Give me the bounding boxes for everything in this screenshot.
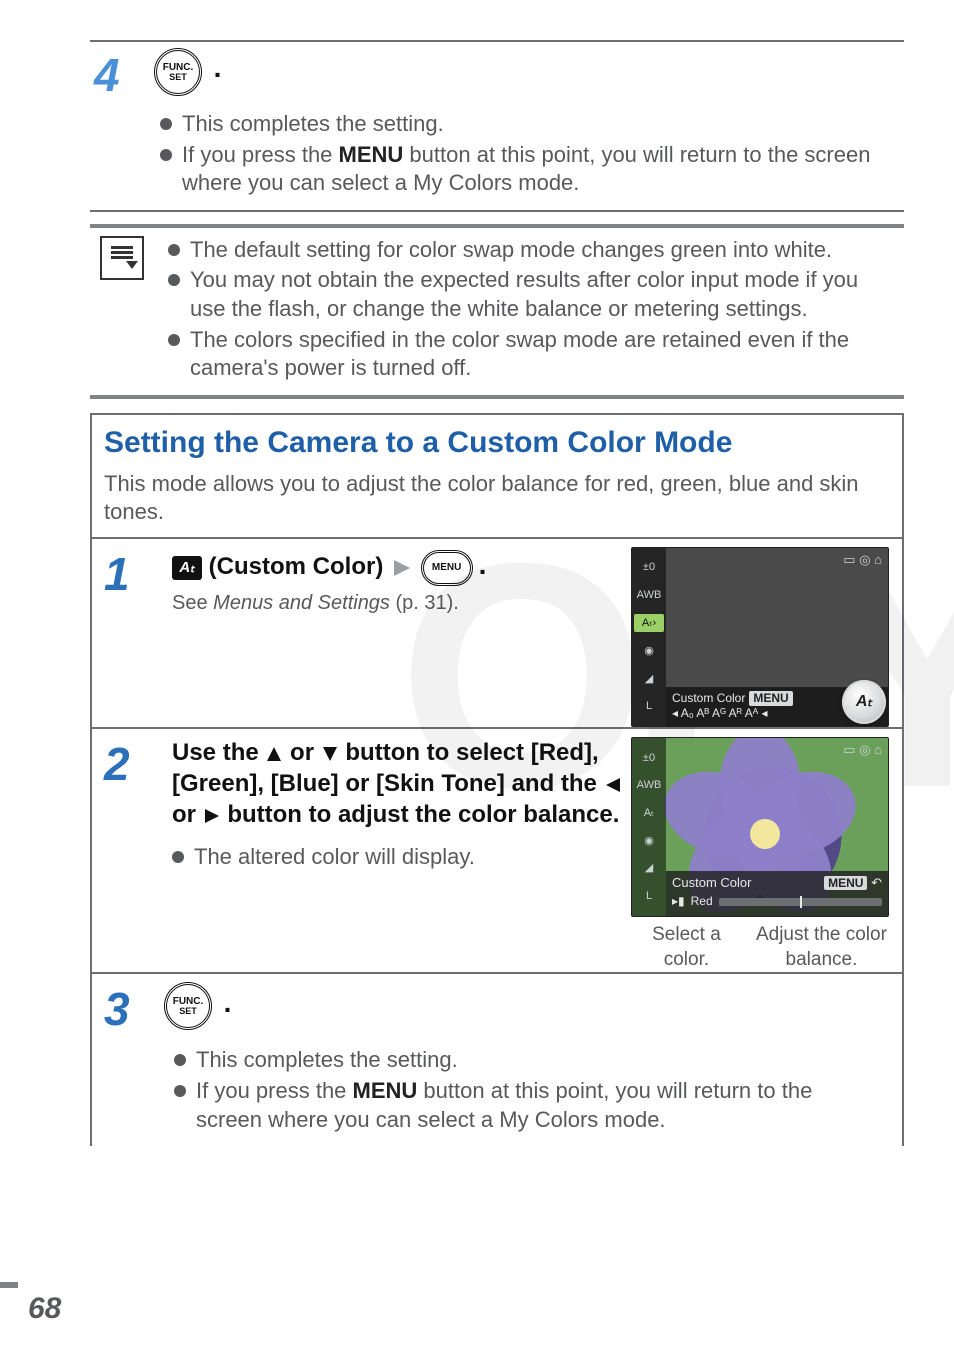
arrow-right-icon xyxy=(205,809,219,823)
menu-word: MENU xyxy=(339,142,404,167)
step-2-row: 2 Use the or button to select [Red], [Gr… xyxy=(104,729,890,972)
section-title: Setting the Camera to a Custom Color Mod… xyxy=(104,423,890,462)
magnifier-badge: Aₜ xyxy=(842,680,886,724)
menu-tag: MENU xyxy=(824,876,867,890)
step-2-screenshot-wrap: ±0 AWB Aₜ ◉ ◢ L ▭ ◎ ⌂ Custom ColorMENU ↶… xyxy=(630,737,890,972)
step-2-body: Use the or button to select [Red], [Gree… xyxy=(172,737,622,883)
text: This completes the setting. xyxy=(182,111,444,136)
period: . xyxy=(218,987,238,1018)
note-list: The default setting for color swap mode … xyxy=(168,236,894,385)
slider-label: Red xyxy=(691,894,713,910)
note-item: The default setting for color swap mode … xyxy=(168,236,894,265)
shot-sidebar: ±0 AWB Aₜ› ◉ ◢ L xyxy=(632,548,666,726)
set-label: SET xyxy=(179,1007,197,1016)
arrow-right-icon xyxy=(394,560,410,576)
section-custom-color: Setting the Camera to a Custom Color Mod… xyxy=(90,413,904,1146)
step-1-number: 1 xyxy=(104,551,164,597)
text-pre: If you press the xyxy=(196,1078,353,1103)
step-3-bullets: This completes the setting. If you press… xyxy=(104,1040,890,1146)
step-1-reference: See Menus and Settings (p. 31). xyxy=(172,590,622,616)
step-4-header: 4 FUNC. SET . xyxy=(90,42,904,104)
step-2-heading: Use the or button to select [Red], [Gree… xyxy=(172,737,622,831)
step-4-bullets: This completes the setting. If you press… xyxy=(90,104,904,210)
step-4-number: 4 xyxy=(94,52,154,98)
custom-color-icon: Aₜ xyxy=(172,556,202,580)
shot-sidebar: ±0 AWB Aₜ ◉ ◢ L xyxy=(632,738,666,916)
caption-select: Select a color. xyxy=(632,923,741,972)
shot-label-row: Custom ColorMENU ↶ xyxy=(672,875,882,892)
menu-word: MENU xyxy=(353,1078,418,1103)
bullet-item: If you press the MENU button at this poi… xyxy=(174,1077,880,1134)
manual-page: OPY 4 FUNC. SET . This completes the set… xyxy=(0,0,954,1350)
caption-adjust: Adjust the color balance. xyxy=(755,923,888,972)
side-tab xyxy=(0,1282,18,1288)
slider-bar xyxy=(719,898,882,906)
arrow-up-icon xyxy=(267,747,281,761)
bullet-item: If you press the MENU button at this poi… xyxy=(160,141,894,198)
page-number: 68 xyxy=(28,1289,61,1328)
step-2-bullets: The altered color will display. xyxy=(172,837,622,884)
bullet-item: This completes the setting. xyxy=(174,1046,880,1075)
shot-bottom-bar: Custom ColorMENU ↶ ▸▮Red xyxy=(666,871,888,915)
step-1-heading: Aₜ (Custom Color) MENU. xyxy=(172,547,622,586)
step-3-action: FUNC. SET . xyxy=(164,982,237,1030)
period: . xyxy=(208,52,228,83)
note-block: The default setting for color swap mode … xyxy=(90,224,904,399)
step-1-screenshot-wrap: ±0 AWB Aₜ› ◉ ◢ L ▭ ◎ ⌂ Custom Color MENU… xyxy=(630,547,890,727)
bullet-item: This completes the setting. xyxy=(160,110,894,139)
note-item: You may not obtain the expected results … xyxy=(168,266,894,323)
menu-tag: MENU xyxy=(749,691,792,705)
step-2-screenshot: ±0 AWB Aₜ ◉ ◢ L ▭ ◎ ⌂ Custom ColorMENU ↶… xyxy=(631,737,889,917)
step-3-row: 3 FUNC. SET . This completes the setting… xyxy=(104,974,890,1146)
menu-button-icon: MENU xyxy=(421,550,473,586)
note-icon xyxy=(100,236,144,280)
arrow-down-icon xyxy=(323,747,337,761)
custom-color-label: (Custom Color) xyxy=(202,553,383,580)
step-3-number: 3 xyxy=(104,986,164,1032)
step-2-captions: Select a color. Adjust the color balance… xyxy=(632,923,888,972)
func-label: FUNC. xyxy=(163,63,194,73)
step-2-number: 2 xyxy=(104,741,164,787)
text-pre: If you press the xyxy=(182,142,339,167)
step-4-box: 4 FUNC. SET . This completes the setting… xyxy=(90,40,904,212)
note-item: The colors specified in the color swap m… xyxy=(168,326,894,383)
step-1-row: 1 Aₜ (Custom Color) MENU. See Menus and … xyxy=(104,539,890,727)
step-4-action: FUNC. SET . xyxy=(154,48,227,96)
bullet-item: The altered color will display. xyxy=(172,843,612,872)
shot-top-icons: ▭ ◎ ⌂ xyxy=(843,552,882,569)
func-set-icon: FUNC. SET xyxy=(164,982,212,1030)
arrow-left-icon xyxy=(606,778,620,792)
func-set-icon: FUNC. SET xyxy=(154,48,202,96)
shot-slider-row: ▸▮Red xyxy=(672,894,882,910)
shot-top-icons: ▭ ◎ ⌂ xyxy=(843,742,882,759)
period: . xyxy=(473,549,493,580)
step-1-screenshot: ±0 AWB Aₜ› ◉ ◢ L ▭ ◎ ⌂ Custom Color MENU… xyxy=(631,547,889,727)
set-label: SET xyxy=(169,73,187,82)
section-intro: This mode allows you to adjust the color… xyxy=(104,470,890,527)
ref-title: Menus and Settings xyxy=(213,592,390,614)
step-1-body: Aₜ (Custom Color) MENU. See Menus and Se… xyxy=(172,547,622,616)
text: This completes the setting. xyxy=(196,1047,458,1072)
